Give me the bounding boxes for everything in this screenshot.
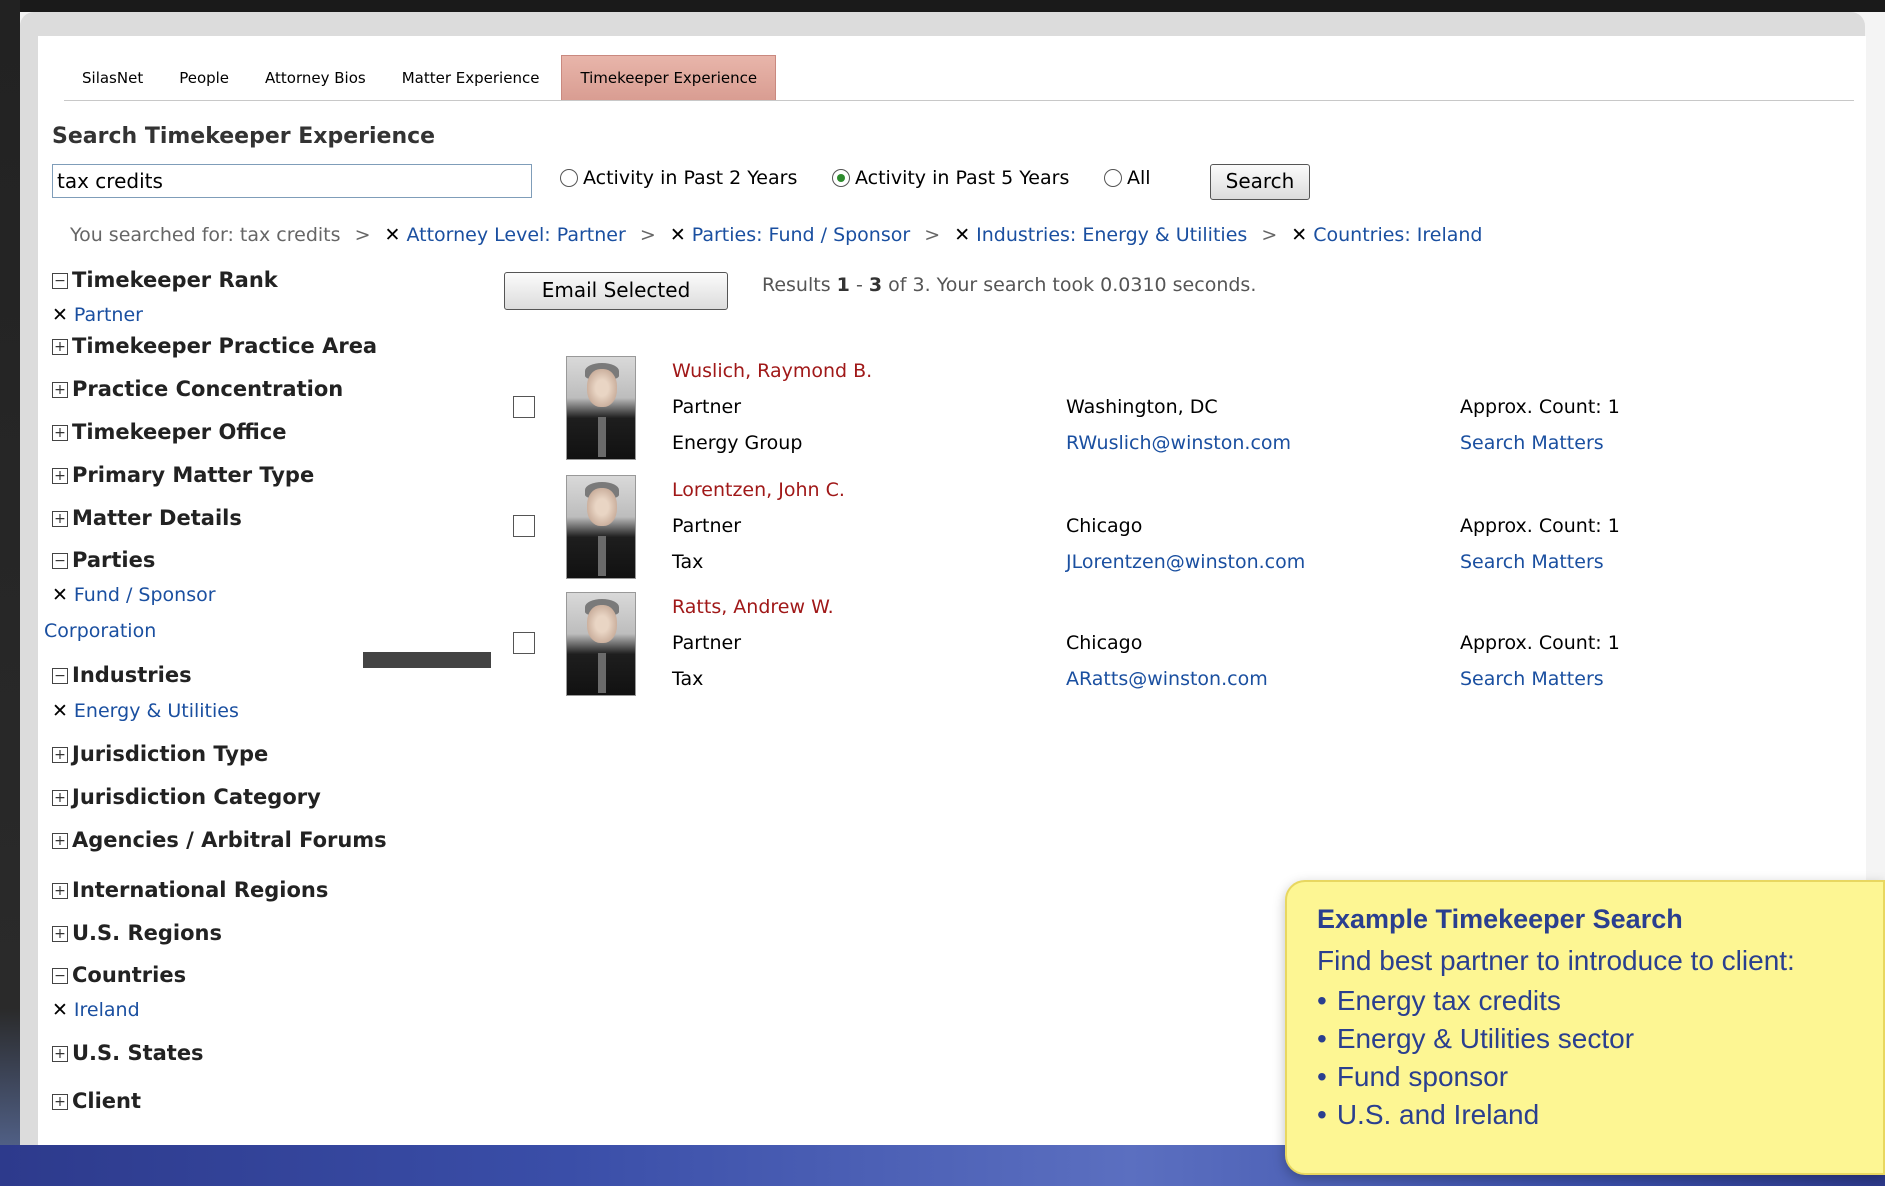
attorney-email-link[interactable]: JLorentzen@winston.com: [1066, 551, 1305, 573]
facet-agencies-arbitral-forums[interactable]: + Agencies / Arbitral Forums: [52, 828, 387, 852]
callout-title: Example Timekeeper Search: [1317, 904, 1683, 934]
attorney-office: Chicago: [1066, 632, 1143, 654]
search-input[interactable]: [52, 164, 532, 198]
expand-icon[interactable]: +: [52, 926, 68, 942]
attorney-photo: [566, 356, 636, 460]
search-matters-link[interactable]: Search Matters: [1460, 432, 1604, 454]
example-callout: Example Timekeeper Search Find best part…: [1285, 880, 1885, 1175]
breadcrumb-separator: >: [354, 224, 371, 246]
search-matters-link[interactable]: Search Matters: [1460, 668, 1604, 690]
breadcrumb-separator: >: [1261, 224, 1278, 246]
facet-international-regions[interactable]: + International Regions: [52, 878, 328, 902]
matter-count: Approx. Count: 1: [1460, 515, 1620, 537]
facet-countries[interactable]: − Countries: [52, 963, 186, 987]
filter-countries[interactable]: Countries: Ireland: [1313, 224, 1482, 246]
attorney-group: Energy Group: [672, 432, 803, 454]
facet-client[interactable]: + Client: [52, 1089, 141, 1113]
results-summary: Results 1 - 3 of 3. Your search took 0.0…: [762, 274, 1257, 296]
select-checkbox[interactable]: [513, 396, 535, 418]
collapse-icon[interactable]: −: [52, 968, 68, 984]
attorney-office: Washington, DC: [1066, 396, 1218, 418]
radio-button[interactable]: [832, 169, 850, 187]
filter-industries[interactable]: Industries: Energy & Utilities: [976, 224, 1247, 246]
matter-count: Approx. Count: 1: [1460, 632, 1620, 654]
expand-icon[interactable]: +: [52, 790, 68, 806]
breadcrumb-separator: >: [924, 224, 941, 246]
attorney-group: Tax: [672, 668, 704, 690]
radio-button[interactable]: [1104, 169, 1122, 187]
remove-filter-icon[interactable]: ✕: [52, 700, 68, 722]
facet-us-states[interactable]: + U.S. States: [52, 1041, 204, 1065]
matter-count: Approx. Count: 1: [1460, 396, 1620, 418]
facet-value-partner[interactable]: ✕ Partner: [52, 304, 143, 326]
facet-jurisdiction-category[interactable]: + Jurisdiction Category: [52, 785, 321, 809]
attorney-photo: [566, 592, 636, 696]
search-button[interactable]: Search: [1210, 164, 1310, 200]
attorney-name[interactable]: Lorentzen, John C.: [672, 479, 845, 501]
tab-people[interactable]: People: [161, 56, 247, 100]
facet-timekeeper-rank[interactable]: − Timekeeper Rank: [52, 268, 278, 292]
facet-value-ireland[interactable]: ✕ Ireland: [52, 999, 140, 1021]
attorney-name[interactable]: Ratts, Andrew W.: [672, 596, 834, 618]
expand-icon[interactable]: +: [52, 1094, 68, 1110]
left-frame: [0, 0, 20, 1186]
tab-timekeeper-experience[interactable]: Timekeeper Experience: [561, 55, 777, 100]
page-title: Search Timekeeper Experience: [52, 124, 436, 149]
attorney-group: Tax: [672, 551, 704, 573]
result-row: Wuslich, Raymond B. Partner Energy Group…: [38, 354, 1838, 464]
radio-label: Activity in Past 5 Years: [855, 167, 1070, 189]
tab-matter-experience[interactable]: Matter Experience: [384, 56, 558, 100]
callout-subtitle: Find best partner to introduce to client…: [1317, 945, 1795, 976]
attorney-name[interactable]: Wuslich, Raymond B.: [672, 360, 872, 382]
result-row: Lorentzen, John C. Partner Tax Chicago J…: [38, 473, 1838, 583]
expand-icon[interactable]: +: [52, 747, 68, 763]
remove-filter-icon[interactable]: ✕: [385, 224, 401, 246]
radio-label: All: [1127, 167, 1151, 189]
search-matters-link[interactable]: Search Matters: [1460, 551, 1604, 573]
callout-item: • U.S. and Ireland: [1317, 1099, 1540, 1130]
tab-silasnet[interactable]: SilasNet: [64, 56, 161, 100]
breadcrumb-separator: >: [639, 224, 656, 246]
attorney-email-link[interactable]: RWuslich@winston.com: [1066, 432, 1291, 454]
search-query-text: You searched for: tax credits: [70, 224, 341, 246]
collapse-icon[interactable]: −: [52, 273, 68, 289]
expand-icon[interactable]: +: [52, 833, 68, 849]
remove-filter-icon[interactable]: ✕: [1291, 224, 1307, 246]
filter-attorney-level[interactable]: Attorney Level: Partner: [406, 224, 625, 246]
attorney-rank: Partner: [672, 515, 742, 537]
select-checkbox[interactable]: [513, 515, 535, 537]
filter-parties[interactable]: Parties: Fund / Sponsor: [692, 224, 910, 246]
nav-tabs: SilasNet People Attorney Bios Matter Exp…: [64, 55, 1854, 101]
top-frame: [0, 0, 1885, 12]
remove-filter-icon[interactable]: ✕: [52, 999, 68, 1021]
facet-jurisdiction-type[interactable]: + Jurisdiction Type: [52, 742, 268, 766]
facet-us-regions[interactable]: + U.S. Regions: [52, 921, 222, 945]
radio-all[interactable]: All: [1104, 167, 1151, 189]
radio-past-2-years[interactable]: Activity in Past 2 Years: [560, 167, 797, 189]
radio-past-5-years[interactable]: Activity in Past 5 Years: [832, 167, 1069, 189]
email-selected-button[interactable]: Email Selected: [504, 272, 728, 310]
select-checkbox[interactable]: [513, 632, 535, 654]
attorney-rank: Partner: [672, 632, 742, 654]
facet-value-energy-utilities[interactable]: ✕ Energy & Utilities: [52, 700, 239, 722]
radio-button[interactable]: [560, 169, 578, 187]
attorney-email-link[interactable]: ARatts@winston.com: [1066, 668, 1268, 690]
remove-filter-icon[interactable]: ✕: [954, 224, 970, 246]
expand-icon[interactable]: +: [52, 1046, 68, 1062]
result-row: Ratts, Andrew W. Partner Tax Chicago ARa…: [38, 590, 1838, 700]
expand-icon[interactable]: +: [52, 883, 68, 899]
callout-item: • Energy tax credits: [1317, 985, 1561, 1016]
radio-label: Activity in Past 2 Years: [583, 167, 798, 189]
callout-item: • Fund sponsor: [1317, 1061, 1509, 1092]
callout-item: • Energy & Utilities sector: [1317, 1023, 1635, 1054]
attorney-office: Chicago: [1066, 515, 1143, 537]
attorney-rank: Partner: [672, 396, 742, 418]
remove-filter-icon[interactable]: ✕: [670, 224, 686, 246]
attorney-photo: [566, 475, 636, 579]
expand-icon[interactable]: +: [52, 339, 68, 355]
breadcrumb: You searched for: tax credits > ✕ Attorne…: [70, 224, 1482, 246]
tab-attorney-bios[interactable]: Attorney Bios: [247, 56, 384, 100]
remove-filter-icon[interactable]: ✕: [52, 304, 68, 326]
